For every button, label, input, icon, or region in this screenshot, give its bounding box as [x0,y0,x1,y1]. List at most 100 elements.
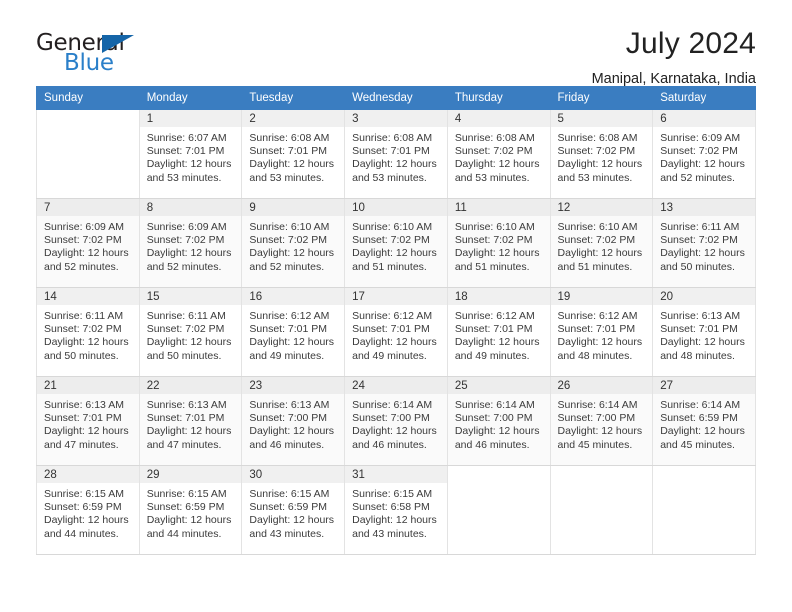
weekday-header-sunday: Sunday [36,86,140,110]
day-detail: Sunrise: 6:13 AM Sunset: 7:01 PM Daylight:… [37,394,139,452]
daylight-text-line1: Daylight: 12 hours [557,158,643,171]
calendar-day-cell[interactable]: 29 Sunrise: 6:15 AM Sunset: 6:59 PM Dayligh… [138,465,243,555]
daylight-text-line1: Daylight: 12 hours [352,158,437,171]
calendar-day-cell[interactable]: 16 Sunrise: 6:12 AM Sunset: 7:01 PM Dayligh… [241,287,346,377]
daylight-text-line1: Daylight: 12 hours [146,158,232,171]
calendar-week-row: 28 Sunrise: 6:15 AM Sunset: 6:59 PM Dayligh… [36,465,756,555]
day-detail: Sunrise: 6:07 AM Sunset: 7:01 PM Daylight:… [140,127,242,185]
sunset-text: Sunset: 7:00 PM [352,412,430,425]
day-detail: Sunrise: 6:08 AM Sunset: 7:02 PM Daylight:… [448,127,550,185]
day-number: 12 [550,199,653,216]
calendar-day-cell[interactable]: 31 Sunrise: 6:15 AM Sunset: 6:58 PM Dayligh… [344,465,448,555]
page-header: General Blue July 2024 Manipal, Karnatak… [36,0,756,87]
daylight-text-line1: Daylight: 12 hours [249,514,335,527]
day-detail: Sunrise: 6:13 AM Sunset: 7:01 PM Daylight:… [140,394,242,452]
daylight-text-line1: Daylight: 12 hours [352,514,437,527]
day-number: 30 [242,466,345,483]
daylight-text-line1: Daylight: 12 hours [352,336,437,349]
calendar-day-cell[interactable]: 21 Sunrise: 6:13 AM Sunset: 7:01 PM Dayligh… [36,376,140,466]
calendar-day-cell[interactable]: 13 Sunrise: 6:11 AM Sunset: 7:02 PM Dayligh… [652,198,756,288]
sunset-text: Sunset: 7:01 PM [352,145,430,158]
sunset-text: Sunset: 7:02 PM [454,145,533,158]
calendar-day-cell[interactable]: 23 Sunrise: 6:13 AM Sunset: 7:00 PM Dayligh… [241,376,346,466]
calendar-day-cell[interactable]: 28 Sunrise: 6:15 AM Sunset: 6:59 PM Dayligh… [36,465,140,555]
daylight-text-line2: and 50 minutes. [660,260,735,273]
calendar-day-cell[interactable]: 27 Sunrise: 6:14 AM Sunset: 6:59 PM Dayligh… [652,376,756,466]
sunrise-text: Sunrise: 6:07 AM [146,132,227,144]
day-detail: Sunrise: 6:08 AM Sunset: 7:02 PM Daylight:… [551,127,653,185]
day-number: 9 [242,199,345,216]
sunrise-text: Sunrise: 6:14 AM [557,399,638,411]
calendar-day-cell[interactable]: 1 Sunrise: 6:07 AM Sunset: 7:01 PM Daylight… [138,109,243,199]
calendar-day-cell[interactable]: 11 Sunrise: 6:10 AM Sunset: 7:02 PM Dayligh… [446,198,551,288]
calendar-day-cell[interactable]: 22 Sunrise: 6:13 AM Sunset: 7:01 PM Dayligh… [138,376,243,466]
sunset-text: Sunset: 7:00 PM [454,412,533,425]
daylight-text-line1: Daylight: 12 hours [249,158,335,171]
sunrise-text: Sunrise: 6:08 AM [557,132,638,144]
calendar-week-row: 1 Sunrise: 6:07 AM Sunset: 7:01 PM Daylight… [36,109,756,199]
daylight-text-line2: and 46 minutes. [352,438,427,451]
daylight-text-line1: Daylight: 12 hours [454,158,540,171]
calendar-day-cell[interactable]: 18 Sunrise: 6:12 AM Sunset: 7:01 PM Dayligh… [446,287,551,377]
weekday-header-friday: Friday [549,86,654,110]
calendar-day-cell[interactable]: 8 Sunrise: 6:09 AM Sunset: 7:02 PM Daylight… [138,198,243,288]
calendar-day-cell[interactable]: 26 Sunrise: 6:14 AM Sunset: 7:00 PM Dayligh… [549,376,654,466]
daylight-text-line2: and 53 minutes. [249,171,325,184]
calendar-day-cell[interactable]: 3 Sunrise: 6:08 AM Sunset: 7:01 PM Daylight… [344,109,448,199]
calendar-day-cell[interactable]: 9 Sunrise: 6:10 AM Sunset: 7:02 PM Daylight… [241,198,346,288]
calendar-day-cell[interactable]: 19 Sunrise: 6:12 AM Sunset: 7:01 PM Dayligh… [549,287,654,377]
page-title: July 2024 [625,27,756,60]
calendar-page: General Blue July 2024 Manipal, Karnatak… [0,0,792,612]
calendar-body: 1 Sunrise: 6:07 AM Sunset: 7:01 PM Daylight… [36,109,756,555]
daylight-text-line1: Daylight: 12 hours [454,336,540,349]
daylight-text-line1: Daylight: 12 hours [44,425,129,438]
day-detail: Sunrise: 6:08 AM Sunset: 7:01 PM Daylight:… [242,127,344,185]
calendar-day-cell[interactable]: 25 Sunrise: 6:14 AM Sunset: 7:00 PM Dayligh… [446,376,551,466]
day-detail: Sunrise: 6:09 AM Sunset: 7:02 PM Daylight:… [37,216,139,274]
sunrise-text: Sunrise: 6:11 AM [660,221,740,233]
day-detail: Sunrise: 6:12 AM Sunset: 7:01 PM Daylight:… [551,305,653,363]
daylight-text-line2: and 53 minutes. [146,171,222,184]
sunrise-text: Sunrise: 6:13 AM [249,399,330,411]
daylight-text-line2: and 47 minutes. [146,438,222,451]
day-number: 20 [653,288,755,305]
daylight-text-line1: Daylight: 12 hours [249,247,335,260]
calendar-day-cell[interactable]: 17 Sunrise: 6:12 AM Sunset: 7:01 PM Dayligh… [344,287,448,377]
day-detail: Sunrise: 6:14 AM Sunset: 7:00 PM Daylight:… [551,394,653,452]
daylight-text-line2: and 48 minutes. [557,349,633,362]
day-detail: Sunrise: 6:09 AM Sunset: 7:02 PM Daylight:… [653,127,755,185]
daylight-text-line1: Daylight: 12 hours [146,425,232,438]
sunset-text: Sunset: 7:01 PM [454,323,533,336]
calendar-day-cell[interactable]: 20 Sunrise: 6:13 AM Sunset: 7:01 PM Dayligh… [652,287,756,377]
day-detail: Sunrise: 6:15 AM Sunset: 6:59 PM Daylight:… [140,483,242,541]
calendar-day-cell[interactable]: 14 Sunrise: 6:11 AM Sunset: 7:02 PM Dayligh… [36,287,140,377]
sunset-text: Sunset: 7:01 PM [660,323,738,336]
daylight-text-line2: and 45 minutes. [557,438,633,451]
sunset-text: Sunset: 6:58 PM [352,501,430,514]
sunrise-text: Sunrise: 6:08 AM [454,132,535,144]
sunrise-text: Sunrise: 6:12 AM [557,310,638,322]
calendar-day-cell[interactable]: 6 Sunrise: 6:09 AM Sunset: 7:02 PM Daylight… [652,109,756,199]
calendar-day-cell[interactable]: 30 Sunrise: 6:15 AM Sunset: 6:59 PM Dayligh… [241,465,346,555]
day-number: 2 [242,110,345,127]
day-detail: Sunrise: 6:10 AM Sunset: 7:02 PM Daylight:… [242,216,344,274]
sunrise-text: Sunrise: 6:09 AM [660,132,741,144]
sunrise-text: Sunrise: 6:15 AM [44,488,124,500]
day-number: 4 [447,110,550,127]
day-number: 28 [37,466,139,483]
calendar-week-row: 14 Sunrise: 6:11 AM Sunset: 7:02 PM Dayligh… [36,287,756,377]
sunset-text: Sunset: 7:01 PM [249,145,328,158]
day-number: 8 [139,199,242,216]
daylight-text-line1: Daylight: 12 hours [352,425,437,438]
calendar-day-cell[interactable]: 24 Sunrise: 6:14 AM Sunset: 7:00 PM Dayligh… [344,376,448,466]
calendar-day-cell[interactable]: 4 Sunrise: 6:08 AM Sunset: 7:02 PM Daylight… [446,109,551,199]
calendar-day-cell[interactable]: 7 Sunrise: 6:09 AM Sunset: 7:02 PM Daylight… [36,198,140,288]
calendar-day-cell[interactable]: 15 Sunrise: 6:11 AM Sunset: 7:02 PM Dayligh… [138,287,243,377]
calendar-day-cell[interactable]: 5 Sunrise: 6:08 AM Sunset: 7:02 PM Daylight… [549,109,654,199]
day-number: 10 [345,199,447,216]
daylight-text-line1: Daylight: 12 hours [44,336,129,349]
sunset-text: Sunset: 7:02 PM [44,323,122,336]
calendar-day-cell[interactable]: 10 Sunrise: 6:10 AM Sunset: 7:02 PM Dayligh… [344,198,448,288]
calendar-day-cell[interactable]: 12 Sunrise: 6:10 AM Sunset: 7:02 PM Dayligh… [549,198,654,288]
calendar-day-cell[interactable]: 2 Sunrise: 6:08 AM Sunset: 7:01 PM Daylight… [241,109,346,199]
